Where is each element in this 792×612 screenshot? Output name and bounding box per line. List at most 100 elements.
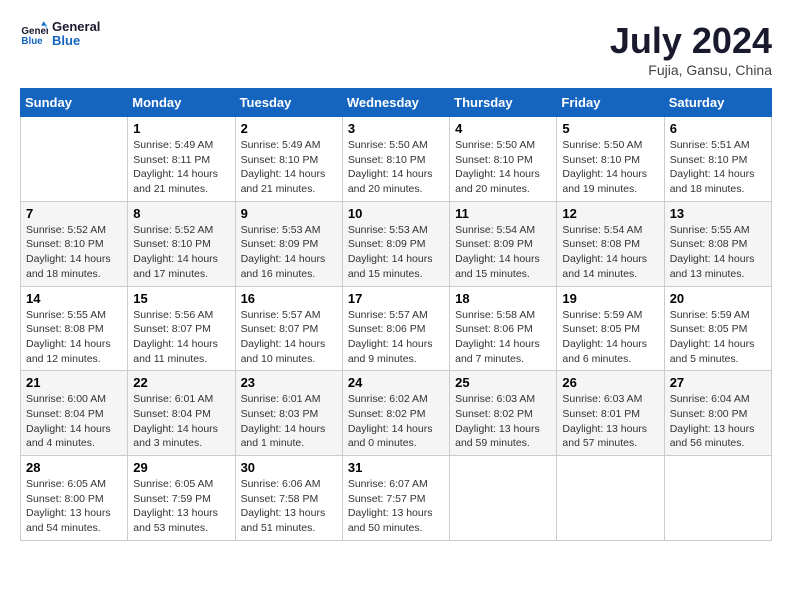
day-info: Sunrise: 5:53 AM Sunset: 8:09 PM Dayligh… (241, 223, 337, 282)
calendar-cell: 7 Sunrise: 5:52 AM Sunset: 8:10 PM Daylig… (21, 201, 128, 286)
day-info: Sunrise: 5:58 AM Sunset: 8:06 PM Dayligh… (455, 308, 551, 367)
day-info: Sunrise: 5:49 AM Sunset: 8:11 PM Dayligh… (133, 138, 229, 197)
day-info: Sunrise: 6:07 AM Sunset: 7:57 PM Dayligh… (348, 477, 444, 536)
day-info: Sunrise: 6:04 AM Sunset: 8:00 PM Dayligh… (670, 392, 766, 451)
day-info: Sunrise: 6:01 AM Sunset: 8:04 PM Dayligh… (133, 392, 229, 451)
day-number: 27 (670, 375, 766, 390)
calendar-cell: 30 Sunrise: 6:06 AM Sunset: 7:58 PM Dayli… (235, 456, 342, 541)
day-number: 21 (26, 375, 122, 390)
day-info: Sunrise: 6:01 AM Sunset: 8:03 PM Dayligh… (241, 392, 337, 451)
day-info: Sunrise: 5:52 AM Sunset: 8:10 PM Dayligh… (133, 223, 229, 282)
day-number: 5 (562, 121, 658, 136)
weekday-header-cell: Monday (128, 89, 235, 117)
calendar-cell: 27 Sunrise: 6:04 AM Sunset: 8:00 PM Dayli… (664, 371, 771, 456)
day-info: Sunrise: 5:55 AM Sunset: 8:08 PM Dayligh… (26, 308, 122, 367)
day-number: 9 (241, 206, 337, 221)
day-number: 16 (241, 291, 337, 306)
calendar-cell (557, 456, 664, 541)
day-info: Sunrise: 6:06 AM Sunset: 7:58 PM Dayligh… (241, 477, 337, 536)
day-number: 26 (562, 375, 658, 390)
day-info: Sunrise: 6:00 AM Sunset: 8:04 PM Dayligh… (26, 392, 122, 451)
day-number: 17 (348, 291, 444, 306)
calendar-cell: 6 Sunrise: 5:51 AM Sunset: 8:10 PM Daylig… (664, 117, 771, 202)
day-info: Sunrise: 5:50 AM Sunset: 8:10 PM Dayligh… (455, 138, 551, 197)
day-number: 30 (241, 460, 337, 475)
day-number: 19 (562, 291, 658, 306)
calendar-cell: 23 Sunrise: 6:01 AM Sunset: 8:03 PM Dayli… (235, 371, 342, 456)
weekday-header-row: SundayMondayTuesdayWednesdayThursdayFrid… (21, 89, 772, 117)
weekday-header-cell: Wednesday (342, 89, 449, 117)
day-info: Sunrise: 5:49 AM Sunset: 8:10 PM Dayligh… (241, 138, 337, 197)
day-info: Sunrise: 5:52 AM Sunset: 8:10 PM Dayligh… (26, 223, 122, 282)
day-info: Sunrise: 5:54 AM Sunset: 8:08 PM Dayligh… (562, 223, 658, 282)
day-info: Sunrise: 6:03 AM Sunset: 8:02 PM Dayligh… (455, 392, 551, 451)
day-number: 6 (670, 121, 766, 136)
calendar-cell: 2 Sunrise: 5:49 AM Sunset: 8:10 PM Daylig… (235, 117, 342, 202)
day-number: 29 (133, 460, 229, 475)
calendar-cell: 20Sunrise: 5:59 AM Sunset: 8:05 PM Dayli… (664, 286, 771, 371)
day-number: 23 (241, 375, 337, 390)
day-number: 13 (670, 206, 766, 221)
calendar-cell: 1 Sunrise: 5:49 AM Sunset: 8:11 PM Daylig… (128, 117, 235, 202)
day-info: Sunrise: 6:03 AM Sunset: 8:01 PM Dayligh… (562, 392, 658, 451)
calendar-cell: 17 Sunrise: 5:57 AM Sunset: 8:06 PM Dayli… (342, 286, 449, 371)
weekday-header-cell: Sunday (21, 89, 128, 117)
calendar-cell: 31 Sunrise: 6:07 AM Sunset: 7:57 PM Dayli… (342, 456, 449, 541)
day-info: Sunrise: 6:05 AM Sunset: 7:59 PM Dayligh… (133, 477, 229, 536)
weekday-header-cell: Friday (557, 89, 664, 117)
calendar-week-row: 14Sunrise: 5:55 AM Sunset: 8:08 PM Dayli… (21, 286, 772, 371)
calendar-table: SundayMondayTuesdayWednesdayThursdayFrid… (20, 88, 772, 541)
day-number: 15 (133, 291, 229, 306)
day-number: 3 (348, 121, 444, 136)
calendar-cell: 5 Sunrise: 5:50 AM Sunset: 8:10 PM Daylig… (557, 117, 664, 202)
day-number: 18 (455, 291, 551, 306)
day-number: 2 (241, 121, 337, 136)
day-info: Sunrise: 6:02 AM Sunset: 8:02 PM Dayligh… (348, 392, 444, 451)
day-info: Sunrise: 5:50 AM Sunset: 8:10 PM Dayligh… (348, 138, 444, 197)
day-number: 11 (455, 206, 551, 221)
calendar-cell: 8 Sunrise: 5:52 AM Sunset: 8:10 PM Daylig… (128, 201, 235, 286)
day-info: Sunrise: 5:57 AM Sunset: 8:06 PM Dayligh… (348, 308, 444, 367)
calendar-week-row: 28Sunrise: 6:05 AM Sunset: 8:00 PM Dayli… (21, 456, 772, 541)
day-info: Sunrise: 5:59 AM Sunset: 8:05 PM Dayligh… (670, 308, 766, 367)
day-number: 12 (562, 206, 658, 221)
calendar-cell: 21 Sunrise: 6:00 AM Sunset: 8:04 PM Dayli… (21, 371, 128, 456)
calendar-cell: 18 Sunrise: 5:58 AM Sunset: 8:06 PM Dayli… (450, 286, 557, 371)
day-number: 31 (348, 460, 444, 475)
calendar-cell: 11Sunrise: 5:54 AM Sunset: 8:09 PM Dayli… (450, 201, 557, 286)
day-number: 1 (133, 121, 229, 136)
calendar-cell: 28Sunrise: 6:05 AM Sunset: 8:00 PM Dayli… (21, 456, 128, 541)
day-number: 8 (133, 206, 229, 221)
day-info: Sunrise: 6:05 AM Sunset: 8:00 PM Dayligh… (26, 477, 122, 536)
logo-icon: General Blue (20, 20, 48, 48)
day-info: Sunrise: 5:51 AM Sunset: 8:10 PM Dayligh… (670, 138, 766, 197)
calendar-cell: 19 Sunrise: 5:59 AM Sunset: 8:05 PM Dayli… (557, 286, 664, 371)
calendar-cell: 25 Sunrise: 6:03 AM Sunset: 8:02 PM Dayli… (450, 371, 557, 456)
month-year: July 2024 (610, 20, 772, 62)
calendar-cell: 24Sunrise: 6:02 AM Sunset: 8:02 PM Dayli… (342, 371, 449, 456)
calendar-cell: 29 Sunrise: 6:05 AM Sunset: 7:59 PM Dayli… (128, 456, 235, 541)
day-number: 25 (455, 375, 551, 390)
calendar-cell: 22Sunrise: 6:01 AM Sunset: 8:04 PM Dayli… (128, 371, 235, 456)
page-header: General Blue General Blue July 2024 Fuji… (20, 20, 772, 78)
calendar-week-row: 21 Sunrise: 6:00 AM Sunset: 8:04 PM Dayli… (21, 371, 772, 456)
day-number: 4 (455, 121, 551, 136)
calendar-cell (450, 456, 557, 541)
calendar-cell: 14Sunrise: 5:55 AM Sunset: 8:08 PM Dayli… (21, 286, 128, 371)
calendar-body: 1 Sunrise: 5:49 AM Sunset: 8:11 PM Daylig… (21, 117, 772, 541)
location: Fujia, Gansu, China (610, 62, 772, 78)
title-block: July 2024 Fujia, Gansu, China (610, 20, 772, 78)
calendar-cell: 26 Sunrise: 6:03 AM Sunset: 8:01 PM Dayli… (557, 371, 664, 456)
calendar-cell: 10Sunrise: 5:53 AM Sunset: 8:09 PM Dayli… (342, 201, 449, 286)
calendar-cell (664, 456, 771, 541)
calendar-cell: 12 Sunrise: 5:54 AM Sunset: 8:08 PM Dayli… (557, 201, 664, 286)
calendar-cell: 9 Sunrise: 5:53 AM Sunset: 8:09 PM Daylig… (235, 201, 342, 286)
day-number: 7 (26, 206, 122, 221)
logo-wordmark: General Blue (52, 20, 100, 49)
day-info: Sunrise: 5:50 AM Sunset: 8:10 PM Dayligh… (562, 138, 658, 197)
weekday-header-cell: Saturday (664, 89, 771, 117)
day-info: Sunrise: 5:59 AM Sunset: 8:05 PM Dayligh… (562, 308, 658, 367)
day-info: Sunrise: 5:56 AM Sunset: 8:07 PM Dayligh… (133, 308, 229, 367)
calendar-cell (21, 117, 128, 202)
calendar-cell: 15 Sunrise: 5:56 AM Sunset: 8:07 PM Dayli… (128, 286, 235, 371)
